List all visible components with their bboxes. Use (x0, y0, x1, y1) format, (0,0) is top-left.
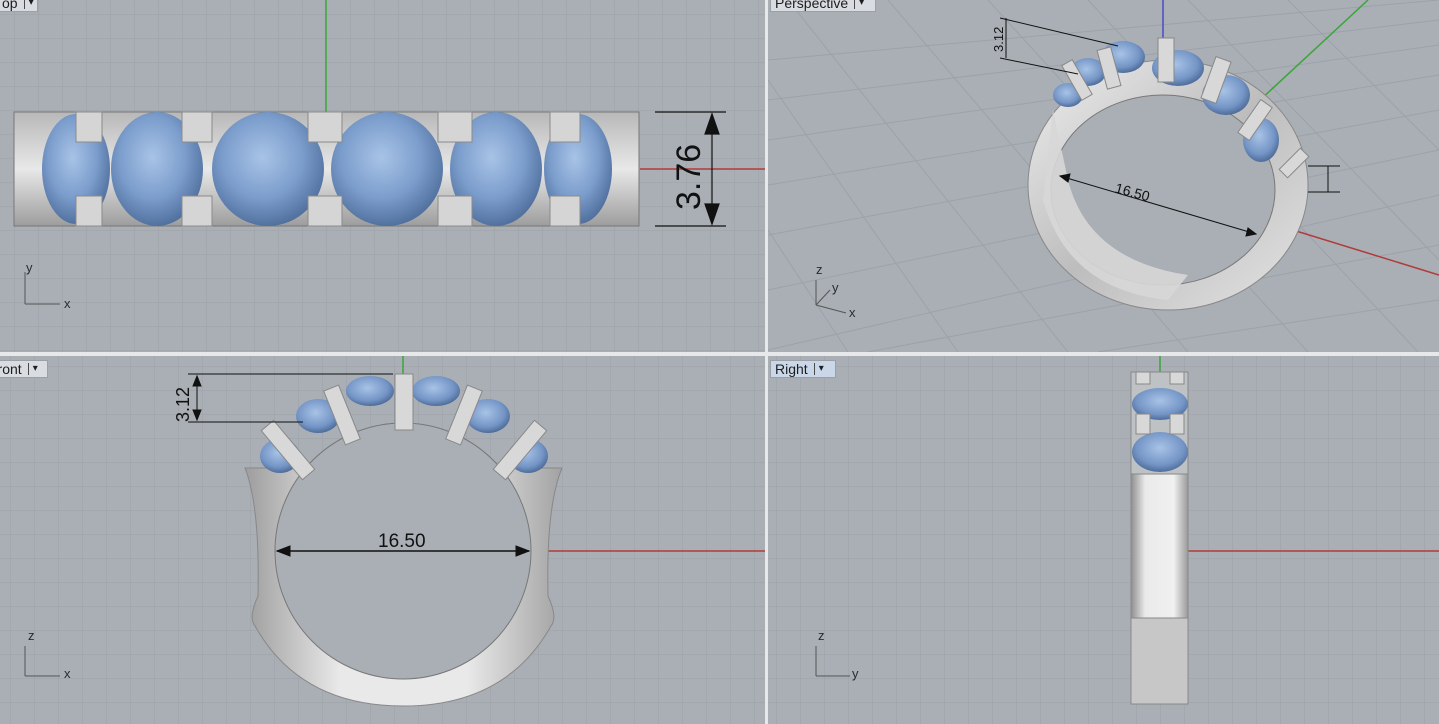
viewport-front[interactable]: 3.12 16.50 z x Front ▾ (0, 356, 765, 724)
viewport-perspective[interactable]: 3.12 16.50 z y x Perspective ▾ (768, 0, 1439, 352)
dropdown-arrow-icon[interactable]: ▾ (27, 363, 38, 375)
dropdown-arrow-icon[interactable]: ▾ (813, 363, 824, 375)
gem-4 (331, 112, 443, 226)
axis-label-y: y (26, 260, 33, 275)
gem-3 (212, 112, 324, 226)
axis-label-z: z (816, 262, 823, 277)
dimension-band-width-label: 3.76 (670, 143, 708, 210)
viewport-tab-label: Front (0, 361, 22, 377)
axis-label-y: y (832, 280, 839, 295)
viewport-tab-label: Perspective (775, 0, 849, 11)
axis-label-z: z (28, 628, 35, 643)
viewport-tab-label: Right (775, 361, 808, 377)
perspective-view-canvas (768, 0, 1439, 352)
right-view-canvas (768, 356, 1439, 724)
dimension-stone-height-label: 3.12 (991, 26, 1006, 52)
viewport-grid: 3.76 y x Top ▾ (0, 0, 1439, 724)
viewport-tab-right[interactable]: Right ▾ (770, 360, 836, 378)
dropdown-arrow-icon[interactable]: ▾ (854, 0, 864, 9)
viewport-right[interactable]: z y Right ▾ (768, 356, 1439, 724)
viewport-top[interactable]: 3.76 y x Top ▾ (0, 0, 765, 352)
top-view-canvas (0, 0, 765, 352)
viewport-divider-horizontal[interactable] (0, 352, 1439, 356)
viewport-tab-label: Top (0, 0, 18, 11)
viewport-tab-perspective[interactable]: Perspective ▾ (770, 0, 876, 12)
axis-label-x: x (64, 296, 71, 311)
viewport-tab-front[interactable]: Front ▾ (0, 360, 48, 378)
viewport-tab-top[interactable]: Top ▾ (0, 0, 38, 12)
dimension-inner-diameter-label: 16.50 (378, 531, 426, 552)
dropdown-arrow-icon[interactable]: ▾ (23, 0, 34, 9)
viewport-divider-vertical[interactable] (765, 0, 768, 724)
axis-label-z: z (818, 628, 825, 643)
axis-label-x: x (64, 666, 71, 681)
axis-label-x: x (849, 305, 856, 320)
axis-label-y: y (852, 666, 859, 681)
dimension-stone-height-label: 3.12 (173, 386, 193, 422)
